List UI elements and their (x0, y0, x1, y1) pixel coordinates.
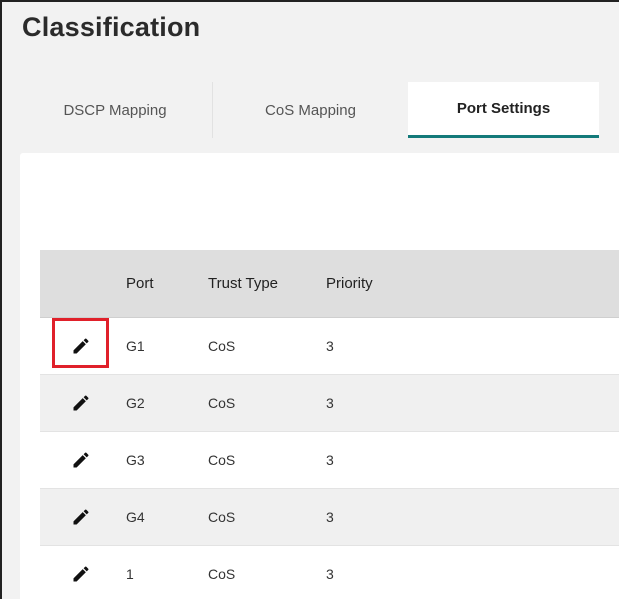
pencil-edit-icon[interactable] (70, 392, 92, 414)
app-window: Classification DSCP Mapping CoS Mapping … (0, 0, 619, 599)
cell-priority: 3 (326, 395, 334, 411)
table-header: Port Trust Type Priority (40, 250, 619, 318)
header-edit-col (40, 250, 126, 317)
tab-cos-mapping[interactable]: CoS Mapping (213, 82, 408, 138)
cell-trust-type: CoS (208, 395, 236, 411)
pencil-edit-icon[interactable] (70, 563, 92, 585)
cell-trust-type: CoS (208, 509, 236, 525)
cell-trust-type: CoS (208, 338, 236, 354)
header-port: Port (126, 275, 154, 292)
cell-priority: 3 (326, 566, 334, 582)
table-row: 1 CoS 3 (40, 546, 619, 599)
content-panel: Port Trust Type Priority G1 CoS 3 G2 CoS… (20, 153, 619, 599)
table-row: G4 CoS 3 (40, 489, 619, 546)
page-title: Classification (22, 12, 201, 42)
row-edit-cell (40, 432, 126, 488)
cell-priority: 3 (326, 509, 334, 525)
port-settings-table: Port Trust Type Priority G1 CoS 3 G2 CoS… (40, 250, 619, 599)
cell-port: 1 (126, 566, 134, 582)
pencil-edit-icon[interactable] (70, 335, 92, 357)
cell-port: G3 (126, 452, 145, 468)
row-edit-cell (40, 489, 126, 545)
tab-dscp-mapping[interactable]: DSCP Mapping (18, 82, 213, 138)
row-edit-cell (40, 546, 126, 599)
tab-bar: DSCP Mapping CoS Mapping Port Settings (18, 82, 599, 138)
cell-port: G4 (126, 509, 145, 525)
cell-priority: 3 (326, 338, 334, 354)
row-edit-cell (40, 375, 126, 431)
cell-port: G2 (126, 395, 145, 411)
table-row: G3 CoS 3 (40, 432, 619, 489)
header-trust-type: Trust Type (208, 275, 279, 292)
pencil-edit-icon[interactable] (70, 449, 92, 471)
row-edit-cell (40, 318, 126, 374)
tab-port-settings[interactable]: Port Settings (408, 82, 599, 138)
cell-priority: 3 (326, 452, 334, 468)
cell-trust-type: CoS (208, 566, 236, 582)
cell-port: G1 (126, 338, 145, 354)
header-priority: Priority (326, 275, 373, 292)
pencil-edit-icon[interactable] (70, 506, 92, 528)
table-row: G2 CoS 3 (40, 375, 619, 432)
cell-trust-type: CoS (208, 452, 236, 468)
table-row: G1 CoS 3 (40, 318, 619, 375)
